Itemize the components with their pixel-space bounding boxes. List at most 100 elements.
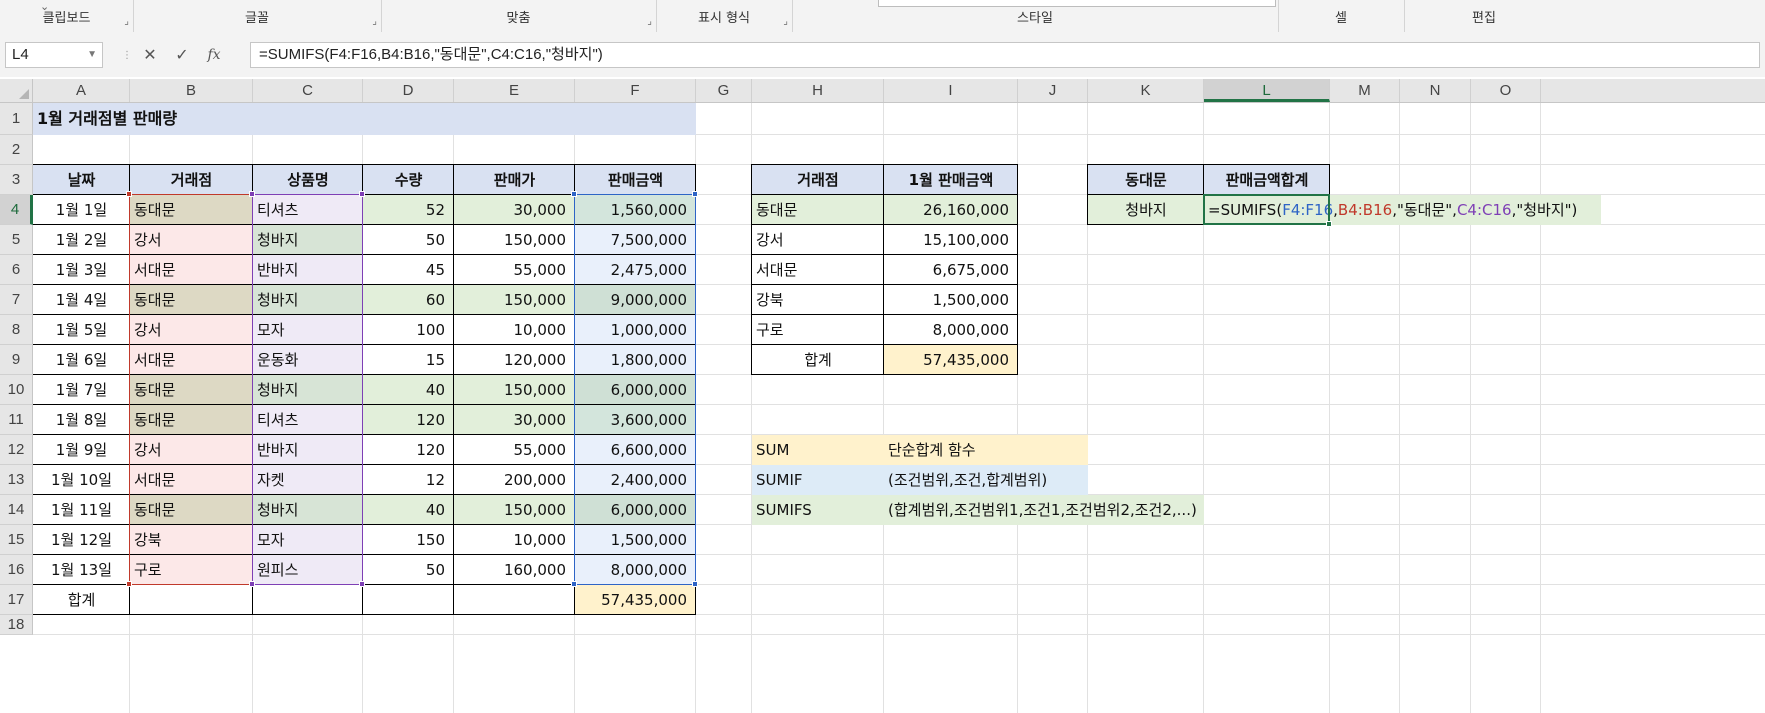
range-handle[interactable] xyxy=(359,581,365,587)
cell-border-frame xyxy=(453,434,575,465)
row-header-8[interactable]: 8 xyxy=(0,315,33,345)
cell-border-frame xyxy=(33,584,130,615)
cell-border-frame xyxy=(574,194,696,585)
cell-border-frame xyxy=(883,194,1018,225)
cell-border-frame xyxy=(453,194,575,225)
column-header-next[interactable] xyxy=(1541,79,1765,102)
note-function-name[interactable]: SUMIF xyxy=(752,465,884,495)
row-header-3[interactable]: 3 xyxy=(0,165,33,195)
ribbon-group-label: 셀 xyxy=(1335,11,1347,26)
cell-border-frame xyxy=(33,224,130,255)
note-function-desc[interactable]: (조건범위,조건,합계범위) xyxy=(884,465,1088,495)
dialog-launcher-icon[interactable]: ⌟ xyxy=(783,16,788,27)
formula-token: ,"동대문", xyxy=(1392,201,1457,219)
range-handle[interactable] xyxy=(1326,221,1332,227)
ribbon-group-alignment: 맞춤 ⌟ xyxy=(381,0,657,32)
dialog-launcher-icon[interactable]: ⌟ xyxy=(372,16,377,27)
row-header-2[interactable]: 2 xyxy=(0,135,33,165)
cell-border-frame xyxy=(751,164,884,195)
range-handle[interactable] xyxy=(692,581,698,587)
cell-border-frame xyxy=(453,524,575,555)
note-function-name[interactable]: SUM xyxy=(752,435,884,465)
cell-border-frame xyxy=(883,314,1018,345)
row-header-14[interactable]: 14 xyxy=(0,495,33,525)
column-header-o[interactable]: O xyxy=(1471,79,1541,102)
formula-input[interactable]: =SUMIFS(F4:F16,B4:B16,"동대문",C4:C16,"청바지"… xyxy=(250,42,1760,68)
column-header-e[interactable]: E xyxy=(454,79,575,102)
row-header-1[interactable]: 1 xyxy=(0,103,33,135)
row-header-6[interactable]: 6 xyxy=(0,255,33,285)
note-function-desc[interactable]: (합계범위,조건범위1,조건1,조건범위2,조건2,...) xyxy=(884,495,1204,525)
range-handle[interactable] xyxy=(571,191,577,197)
worksheet-grid[interactable]: 1월 거래점별 판매량 날짜 거래점 상품명 수량 판매가 판매금액 1월 1일 동대문 티셔츠 5… xyxy=(33,103,1765,713)
column-header-j[interactable]: J xyxy=(1018,79,1088,102)
range-handle[interactable] xyxy=(571,581,577,587)
select-all-corner[interactable] xyxy=(0,79,33,102)
row-header-4[interactable]: 4 xyxy=(0,195,33,225)
column-header-n[interactable]: N xyxy=(1400,79,1471,102)
cell-border-frame xyxy=(453,164,575,195)
enter-icon[interactable]: ✓ xyxy=(169,42,195,68)
ribbon-group-editing: 편집 xyxy=(1404,0,1564,32)
range-handle[interactable] xyxy=(126,581,132,587)
cell-border-frame xyxy=(33,164,130,195)
cell-border-frame xyxy=(33,194,130,225)
cell-border-frame xyxy=(751,224,884,255)
cell-border-frame xyxy=(883,254,1018,285)
row-header-7[interactable]: 7 xyxy=(0,285,33,315)
cell-border-frame xyxy=(362,254,454,285)
ribbon-group-label: 스타일 xyxy=(1017,11,1053,26)
column-header-l[interactable]: L xyxy=(1204,79,1330,102)
row-header-9[interactable]: 9 xyxy=(0,345,33,375)
cell-border-frame xyxy=(362,554,454,585)
column-header-a[interactable]: A xyxy=(33,79,130,102)
note-function-name[interactable]: SUMIFS xyxy=(752,495,884,525)
column-header-h[interactable]: H xyxy=(752,79,884,102)
cell-border-frame xyxy=(453,374,575,405)
row-header-16[interactable]: 16 xyxy=(0,555,33,585)
column-header-i[interactable]: I xyxy=(884,79,1018,102)
name-box[interactable]: L4 ▼ xyxy=(5,42,103,68)
cell-styles-gallery[interactable] xyxy=(878,0,1276,7)
row-header-10[interactable]: 10 xyxy=(0,375,33,405)
range-handle[interactable] xyxy=(249,581,255,587)
cancel-icon[interactable]: ✕ xyxy=(137,42,163,68)
row-header-18[interactable]: 18 xyxy=(0,615,33,635)
row-header-11[interactable]: 11 xyxy=(0,405,33,435)
cell-border-frame xyxy=(362,494,454,525)
column-header-g[interactable]: G xyxy=(696,79,752,102)
cell-border-frame xyxy=(362,404,454,435)
range-handle[interactable] xyxy=(692,191,698,197)
column-header-b[interactable]: B xyxy=(130,79,253,102)
note-function-desc[interactable]: 단순합계 함수 xyxy=(884,435,1088,465)
insert-function-icon[interactable]: fx xyxy=(201,42,227,68)
row-header-13[interactable]: 13 xyxy=(0,465,33,495)
range-handle[interactable] xyxy=(359,191,365,197)
column-header-m[interactable]: M xyxy=(1330,79,1400,102)
cell-border-frame xyxy=(574,584,696,615)
cell-border-frame xyxy=(1203,194,1330,225)
splitter-handle-icon[interactable]: ⋮ xyxy=(122,50,132,61)
column-header-k[interactable]: K xyxy=(1088,79,1204,102)
range-handle[interactable] xyxy=(249,191,255,197)
cell-border-frame xyxy=(453,284,575,315)
cell-border-frame xyxy=(1203,164,1330,195)
cell-border-frame xyxy=(252,164,363,195)
cell-border-frame xyxy=(453,584,575,615)
cell-border-frame xyxy=(751,254,884,285)
dialog-launcher-icon[interactable]: ⌟ xyxy=(647,16,652,27)
row-header-12[interactable]: 12 xyxy=(0,435,33,465)
column-header-f[interactable]: F xyxy=(575,79,696,102)
sheet-title[interactable]: 1월 거래점별 판매량 xyxy=(33,103,696,135)
dialog-launcher-icon[interactable]: ⌟ xyxy=(124,16,129,27)
row-header-5[interactable]: 5 xyxy=(0,225,33,255)
row-header-17[interactable]: 17 xyxy=(0,585,33,615)
cell-border-frame xyxy=(33,254,130,285)
row-header-15[interactable]: 15 xyxy=(0,525,33,555)
cell-border-frame xyxy=(33,494,130,525)
column-header-d[interactable]: D xyxy=(363,79,454,102)
column-header-c[interactable]: C xyxy=(253,79,363,102)
range-handle[interactable] xyxy=(126,191,132,197)
chevron-down-icon[interactable]: ▼ xyxy=(87,43,97,67)
cell-border-frame xyxy=(33,554,130,585)
